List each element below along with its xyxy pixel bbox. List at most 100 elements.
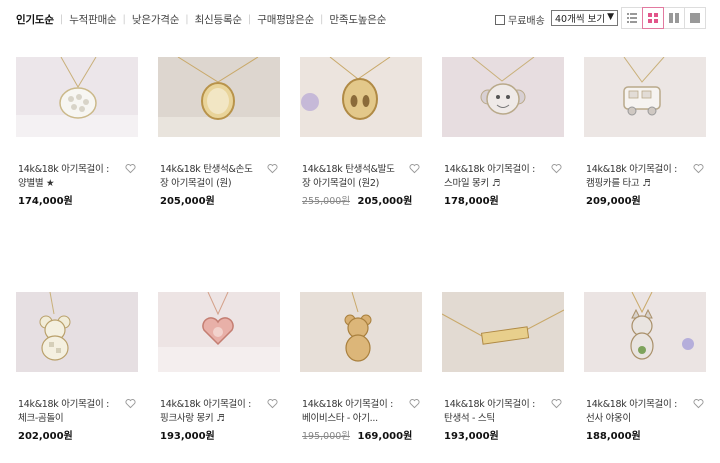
grid-2-view-button[interactable] — [663, 7, 685, 29]
large-view-button[interactable] — [684, 7, 706, 29]
round-engraved-pendant-image — [158, 57, 280, 137]
product-name-row: 14k&18k 아기목걸이 : 체크-곰돌이 — [18, 398, 140, 426]
product-price: 205,000원 — [357, 196, 413, 207]
sort-options: 인기도순 | 누적판매순 | 낮은가격순 | 최신등록순 | 구매평많은순 | … — [16, 12, 386, 27]
product-image[interactable] — [584, 292, 706, 372]
price-row: 193,000원 — [160, 427, 215, 442]
product-image[interactable] — [16, 292, 138, 372]
product-price: 174,000원 — [18, 196, 73, 207]
camper-van-pendant-image — [584, 57, 706, 137]
list-view-icon — [627, 13, 637, 23]
product-name[interactable]: 14k&18k 아기목걸이 : 선사 야옹이 — [586, 398, 686, 426]
product-name[interactable]: 14k&18k 아기목걸이 : 스마일 몽키 ♬ — [444, 163, 544, 191]
price-row: 178,000원 — [444, 192, 499, 207]
sort-most-reviews[interactable]: 구매평많은순 — [257, 12, 314, 27]
product-image[interactable] — [158, 292, 280, 372]
product-name-row: 14k&18k 아기목걸이 : 핑크사랑 몽키 ♬ — [160, 398, 282, 426]
product-card[interactable]: 14k&18k 아기목걸이 : 체크-곰돌이 202,000원 — [16, 292, 138, 442]
sort-popular[interactable]: 인기도순 — [16, 12, 54, 27]
grid-2-icon — [669, 13, 679, 23]
footprint-pendant-image — [300, 57, 422, 137]
product-card[interactable]: 14k&18k 아기목걸이 : 선사 야옹이 188,000원 — [584, 292, 706, 442]
product-image[interactable] — [442, 292, 564, 372]
product-name-row: 14k&18k 탄생석&손도장 아기목걸이 (원) — [160, 163, 282, 191]
sort-low-price[interactable]: 낮은가격순 — [132, 12, 180, 27]
product-image[interactable] — [300, 57, 422, 137]
divider: | — [59, 14, 64, 25]
check-bear-pendant-image — [16, 292, 138, 372]
product-card[interactable]: 14k&18k 아기목걸이 : 양별별 ★ 174,000원 — [16, 57, 138, 207]
grid-4-view-button[interactable] — [642, 7, 664, 29]
large-view-icon — [690, 13, 700, 23]
product-card[interactable]: 14k&18k 아기목걸이 : 핑크사랑 몽키 ♬ 193,000원 — [158, 292, 280, 442]
price-row: 193,000원 — [444, 427, 499, 442]
divider: | — [247, 14, 252, 25]
product-card[interactable]: 14k&18k 아기목걸이 : 탄생석 - 스틱 193,000원 — [442, 292, 564, 442]
sheep-charm-necklace-image — [16, 57, 138, 137]
heart-icon[interactable] — [409, 163, 420, 174]
product-name-row: 14k&18k 탄생석&발도장 아기목걸이 (원2) — [302, 163, 424, 191]
heart-icon[interactable] — [693, 163, 704, 174]
product-name[interactable]: 14k&18k 아기목걸이 : 체크-곰돌이 — [18, 398, 118, 426]
heart-icon[interactable] — [267, 163, 278, 174]
heart-icon[interactable] — [693, 398, 704, 409]
original-price: 195,000원 — [302, 431, 351, 442]
product-price: 193,000원 — [160, 431, 215, 442]
product-card[interactable]: 14k&18k 아기목걸이 : 스마일 몽키 ♬ 178,000원 — [442, 57, 564, 207]
view-mode-switch — [621, 7, 706, 29]
product-name[interactable]: 14k&18k 아기목걸이 : 캠핑카를 타고 ♬ — [586, 163, 686, 191]
free-shipping-filter[interactable]: 무료배송 — [495, 12, 545, 27]
product-card[interactable]: 14k&18k 탄생석&발도장 아기목걸이 (원2) 255,000원 205,… — [300, 57, 422, 207]
divider: | — [185, 14, 189, 25]
product-name-row: 14k&18k 아기목걸이 : 탄생석 - 스틱 — [444, 398, 566, 426]
free-shipping-label: 무료배송 — [508, 16, 545, 27]
product-image[interactable] — [442, 57, 564, 137]
product-image[interactable] — [16, 57, 138, 137]
product-price: 202,000원 — [18, 431, 73, 442]
per-page-select[interactable]: 40개씩 보기 ▼ — [551, 10, 618, 26]
free-shipping-checkbox[interactable] — [495, 14, 505, 25]
product-name-row: 14k&18k 아기목걸이 : 선사 야옹이 — [586, 398, 708, 426]
product-price: 188,000원 — [586, 431, 641, 442]
sort-toolbar: 인기도순 | 누적판매순 | 낮은가격순 | 최신등록순 | 구매평많은순 | … — [0, 0, 720, 36]
heart-icon[interactable] — [125, 398, 136, 409]
price-row: 209,000원 — [586, 192, 641, 207]
product-name[interactable]: 14k&18k 탄생석&손도장 아기목걸이 (원) — [160, 163, 260, 191]
heart-icon[interactable] — [409, 398, 420, 409]
list-view-button[interactable] — [621, 7, 643, 29]
product-image[interactable] — [158, 57, 280, 137]
product-name[interactable]: 14k&18k 아기목걸이 : 베이비스타 - 아기... — [302, 398, 402, 426]
product-name-row: 14k&18k 아기목걸이 : 양별별 ★ — [18, 163, 140, 191]
chevron-down-icon: ▼ — [607, 12, 614, 22]
monkey-face-pendant-image — [442, 57, 564, 137]
divider: | — [122, 14, 126, 25]
price-row: 174,000원 — [18, 192, 73, 207]
pink-monkey-heart-pendant-image — [158, 292, 280, 372]
product-name[interactable]: 14k&18k 아기목걸이 : 핑크사랑 몽키 ♬ — [160, 398, 260, 426]
price-row: 195,000원 169,000원 — [302, 427, 412, 442]
sort-newest[interactable]: 최신등록순 — [195, 12, 243, 27]
sort-best-selling[interactable]: 누적판매순 — [69, 12, 117, 27]
product-name-row: 14k&18k 아기목걸이 : 캠핑카를 타고 ♬ — [586, 163, 708, 191]
product-name[interactable]: 14k&18k 아기목걸이 : 탄생석 - 스틱 — [444, 398, 544, 426]
product-name[interactable]: 14k&18k 탄생석&발도장 아기목걸이 (원2) — [302, 163, 402, 191]
product-card[interactable]: 14k&18k 탄생석&손도장 아기목걸이 (원) 205,000원 — [158, 57, 280, 207]
product-price: 209,000원 — [586, 196, 641, 207]
heart-icon[interactable] — [125, 163, 136, 174]
product-name[interactable]: 14k&18k 아기목걸이 : 양별별 ★ — [18, 163, 118, 191]
sort-satisfaction[interactable]: 만족도높은순 — [329, 12, 386, 27]
product-name-row: 14k&18k 아기목걸이 : 스마일 몽키 ♬ — [444, 163, 566, 191]
original-price: 255,000원 — [302, 196, 351, 207]
product-price: 205,000원 — [160, 196, 215, 207]
product-image[interactable] — [584, 57, 706, 137]
heart-icon[interactable] — [551, 398, 562, 409]
heart-icon[interactable] — [267, 398, 278, 409]
product-price: 169,000원 — [357, 431, 413, 442]
product-name-row: 14k&18k 아기목걸이 : 베이비스타 - 아기... — [302, 398, 424, 426]
product-image[interactable] — [300, 292, 422, 372]
cat-pendant-image — [584, 292, 706, 372]
product-card[interactable]: 14k&18k 아기목걸이 : 캠핑카를 타고 ♬ 209,000원 — [584, 57, 706, 207]
price-row: 205,000원 — [160, 192, 215, 207]
heart-icon[interactable] — [551, 163, 562, 174]
product-card[interactable]: 14k&18k 아기목걸이 : 베이비스타 - 아기... 195,000원 1… — [300, 292, 422, 442]
